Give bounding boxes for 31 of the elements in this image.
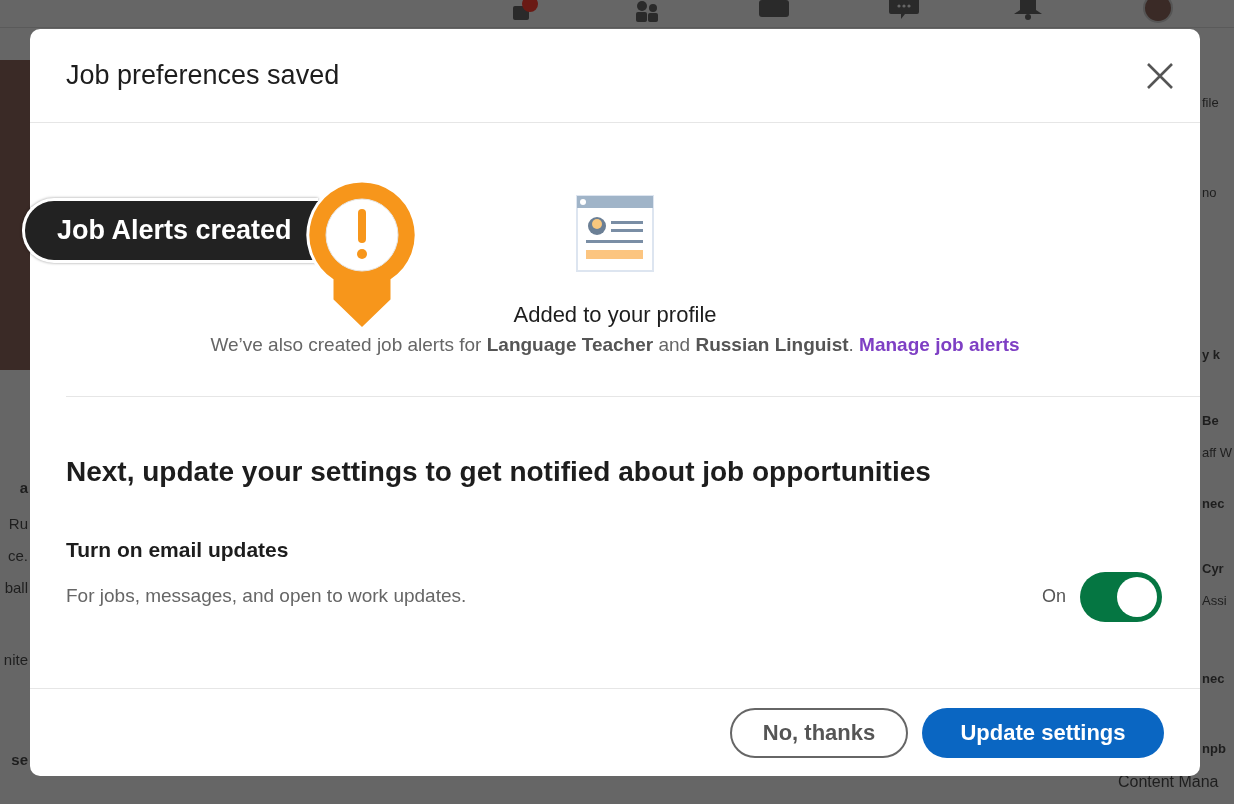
background-text: ce. xyxy=(8,548,28,565)
manage-alerts-link[interactable]: Manage job alerts xyxy=(859,334,1020,355)
background-text: nec xyxy=(1202,672,1225,687)
toggle-switch[interactable] xyxy=(1080,571,1162,622)
background-text: a xyxy=(19,480,28,497)
alerts-sentence: We’ve also created job alerts for Language Teacher and Russian Linguist. Manage job alerts xyxy=(210,333,1020,357)
setting-description: For jobs, messages, and open to work updates. xyxy=(66,584,467,609)
background-text: nite xyxy=(3,652,28,669)
background-text: nec xyxy=(1202,497,1225,512)
update-settings-button[interactable]: Update settings xyxy=(922,707,1164,758)
background-text: Ru xyxy=(8,516,28,533)
background-text: aff W xyxy=(1202,446,1233,461)
background-text: file xyxy=(1202,96,1219,111)
setting-title: Turn on email updates xyxy=(66,537,290,564)
avatar-icon[interactable] xyxy=(1142,0,1174,24)
callout-label: Job Alerts created xyxy=(22,198,318,263)
dialog-title: Job preferences saved xyxy=(66,59,340,92)
background-text: Assi xyxy=(1202,594,1227,609)
decline-button[interactable]: No, thanks xyxy=(730,707,908,758)
added-message: Added to your profile xyxy=(513,301,717,329)
close-icon xyxy=(1146,61,1174,90)
settings-heading: Next, update your settings to get notified about job opportunities xyxy=(66,454,932,489)
toggle-state-label: On xyxy=(1042,585,1066,609)
background-text: ball xyxy=(4,580,28,597)
background-text: Be xyxy=(1202,414,1219,429)
background-text: Content Mana xyxy=(1118,773,1219,791)
background-text: no xyxy=(1202,186,1217,201)
background-text: Cyr xyxy=(1202,562,1224,577)
background-text: se xyxy=(11,752,28,769)
background-text: y k xyxy=(1202,348,1221,363)
background-text: npb xyxy=(1202,742,1226,757)
